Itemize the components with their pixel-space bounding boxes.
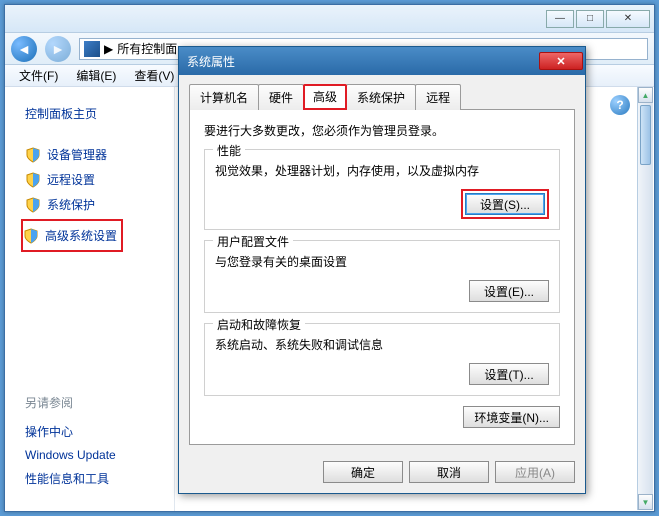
breadcrumb-sep: ▶ [104, 42, 113, 56]
annotation-highlight: 设置(S)... [461, 189, 549, 219]
nav-back-button[interactable]: ◄ [11, 36, 37, 62]
help-icon[interactable]: ? [610, 95, 630, 115]
tab-hardware[interactable]: 硬件 [258, 84, 304, 110]
admin-note: 要进行大多数更改，您必须作为管理员登录。 [204, 122, 560, 139]
menu-edit[interactable]: 编辑(E) [68, 65, 124, 86]
shield-icon [25, 172, 41, 188]
performance-group: 性能 视觉效果，处理器计划，内存使用，以及虚拟内存 设置(S)... [204, 149, 560, 230]
sidebar-item-system-protection[interactable]: 系统保护 [25, 192, 174, 217]
scroll-up-arrow[interactable]: ▲ [638, 87, 653, 103]
tab-computer-name[interactable]: 计算机名 [189, 84, 259, 110]
scroll-thumb[interactable] [640, 105, 651, 165]
dialog-title: 系统属性 [187, 53, 235, 70]
see-also-section: 另请参阅 操作中心 Windows Update 性能信息和工具 [25, 394, 174, 491]
nav-forward-button[interactable]: ► [45, 36, 71, 62]
shield-icon [25, 147, 41, 163]
maximize-button[interactable]: □ [576, 10, 604, 28]
dialog-button-row: 确定 取消 应用(A) [179, 453, 585, 491]
system-properties-dialog: 系统属性 ✕ 计算机名 硬件 高级 系统保护 远程 要进行大多数更改，您必须作为… [178, 46, 586, 494]
vertical-scrollbar[interactable]: ▲ ▼ [637, 87, 653, 510]
ref-action-center[interactable]: 操作中心 [25, 419, 174, 444]
startup-recovery-settings-button[interactable]: 设置(T)... [469, 363, 549, 385]
sidebar-item-device-manager[interactable]: 设备管理器 [25, 142, 174, 167]
menu-view[interactable]: 查看(V) [126, 65, 182, 86]
shield-icon [23, 228, 39, 244]
tab-system-protection[interactable]: 系统保护 [346, 84, 416, 110]
user-profile-settings-button[interactable]: 设置(E)... [469, 280, 549, 302]
tab-strip: 计算机名 硬件 高级 系统保护 远程 [189, 84, 575, 110]
sidebar: 控制面板主页 设备管理器 远程设置 系统保护 高级系统设置 [5, 87, 175, 511]
tab-remote[interactable]: 远程 [415, 84, 461, 110]
user-profile-title: 用户配置文件 [213, 233, 293, 250]
startup-recovery-title: 启动和故障恢复 [213, 316, 305, 333]
scroll-down-arrow[interactable]: ▼ [638, 494, 653, 510]
parent-titlebar: — □ ✕ [5, 5, 654, 33]
performance-title: 性能 [213, 142, 245, 159]
sidebar-item-label: 设备管理器 [47, 146, 107, 163]
annotation-highlight: 高级系统设置 [21, 219, 123, 252]
control-panel-icon [84, 41, 100, 57]
sidebar-item-remote-settings[interactable]: 远程设置 [25, 167, 174, 192]
sidebar-item-advanced-system-settings[interactable]: 高级系统设置 [23, 223, 117, 248]
sidebar-item-label: 系统保护 [47, 196, 95, 213]
sidebar-item-label: 高级系统设置 [45, 227, 117, 244]
shield-icon [25, 197, 41, 213]
see-also-title: 另请参阅 [25, 394, 174, 411]
close-button[interactable]: ✕ [606, 10, 650, 28]
user-profile-group: 用户配置文件 与您登录有关的桌面设置 设置(E)... [204, 240, 560, 313]
sidebar-item-label: 远程设置 [47, 171, 95, 188]
startup-recovery-desc: 系统启动、系统失败和调试信息 [215, 336, 549, 353]
performance-settings-button[interactable]: 设置(S)... [465, 193, 545, 215]
tab-advanced[interactable]: 高级 [303, 84, 347, 110]
breadcrumb-text: 所有控制面 [117, 40, 177, 57]
dialog-close-button[interactable]: ✕ [539, 52, 583, 70]
menu-file[interactable]: 文件(F) [11, 65, 66, 86]
ref-windows-update[interactable]: Windows Update [25, 444, 174, 466]
user-profile-desc: 与您登录有关的桌面设置 [215, 253, 549, 270]
apply-button[interactable]: 应用(A) [495, 461, 575, 483]
minimize-button[interactable]: — [546, 10, 574, 28]
ok-button[interactable]: 确定 [323, 461, 403, 483]
cancel-button[interactable]: 取消 [409, 461, 489, 483]
advanced-tab-panel: 要进行大多数更改，您必须作为管理员登录。 性能 视觉效果，处理器计划，内存使用，… [189, 109, 575, 445]
sidebar-heading[interactable]: 控制面板主页 [25, 105, 174, 122]
environment-variables-button[interactable]: 环境变量(N)... [463, 406, 560, 428]
dialog-titlebar[interactable]: 系统属性 ✕ [179, 47, 585, 75]
startup-recovery-group: 启动和故障恢复 系统启动、系统失败和调试信息 设置(T)... [204, 323, 560, 396]
ref-perf-info[interactable]: 性能信息和工具 [25, 466, 174, 491]
performance-desc: 视觉效果，处理器计划，内存使用，以及虚拟内存 [215, 162, 549, 179]
